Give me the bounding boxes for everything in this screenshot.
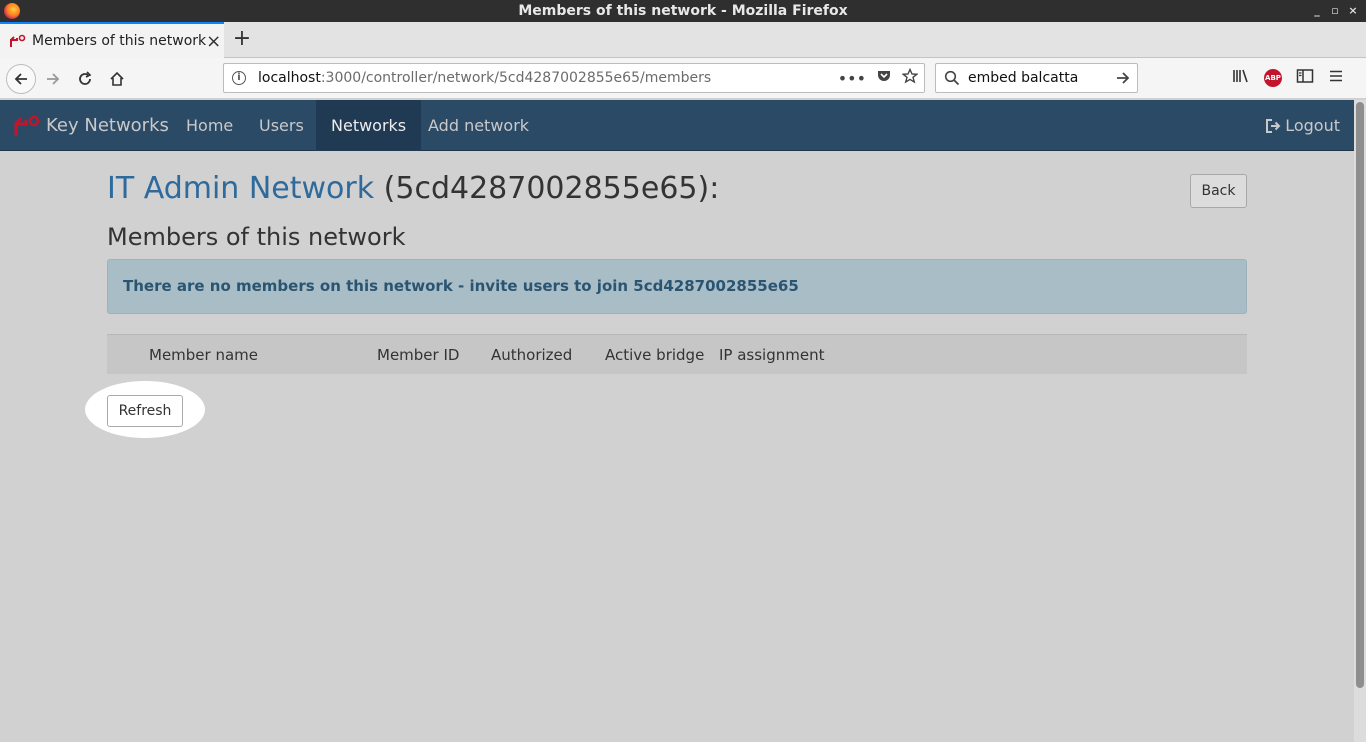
nav-users[interactable]: Users [244,100,319,151]
tab-strip: Members of this network × + [0,22,1366,58]
url-text[interactable]: localhost:3000/controller/network/5cd428… [258,70,838,86]
pocket-icon[interactable] [876,68,892,88]
sidebar-icon[interactable] [1296,68,1314,88]
adblock-plus-icon[interactable]: ABP [1264,69,1282,87]
brand-name: Key Networks [46,115,169,136]
home-icon[interactable] [102,64,132,94]
site-info-icon[interactable]: i [232,71,246,85]
column-member-id[interactable]: Member ID [377,335,459,375]
brand-link[interactable]: Key Networks [14,100,169,151]
library-icon[interactable] [1232,68,1250,88]
back-arrow-icon[interactable] [6,64,36,94]
logout-link[interactable]: Logout [1265,100,1340,151]
nav-home[interactable]: Home [171,100,248,151]
key-networks-favicon-icon [10,33,26,49]
network-id: (5cd4287002855e65): [374,171,720,206]
network-name-link[interactable]: IT Admin Network [107,171,374,206]
search-icon [944,70,962,86]
page-viewport: Key Networks Home Users Networks Add net… [0,100,1354,742]
minimize-button[interactable]: _ [1310,0,1324,22]
no-members-alert: There are no members on this network - i… [107,259,1247,314]
section-title: Members of this network [107,223,406,251]
app-navbar: Key Networks Home Users Networks Add net… [0,100,1354,151]
key-networks-logo-icon [14,115,40,136]
column-ip-assignment[interactable]: IP assignment [719,335,824,375]
search-go-arrow-icon[interactable] [1115,70,1131,86]
close-window-button[interactable]: × [1346,0,1360,22]
tab-members[interactable]: Members of this network × [0,22,224,58]
tab-title: Members of this network [32,33,207,49]
back-button[interactable]: Back [1190,174,1247,208]
nav-networks[interactable]: Networks [316,100,422,151]
nav-toolbar: i localhost:3000/controller/network/5cd4… [0,58,1366,99]
column-authorized[interactable]: Authorized [491,335,572,375]
bookmark-star-icon[interactable] [901,67,919,88]
members-table-header: Member name Member ID Authorized Active … [107,334,1247,374]
url-bar[interactable]: i localhost:3000/controller/network/5cd4… [223,63,925,93]
tab-close-icon[interactable]: × [206,31,221,52]
column-member-name[interactable]: Member name [149,335,258,375]
window-title: Members of this network - Mozilla Firefo… [518,3,848,19]
new-tab-button[interactable]: + [230,26,254,54]
hamburger-menu-icon[interactable] [1328,68,1344,88]
reload-icon[interactable] [70,64,100,94]
scrollbar-thumb[interactable] [1356,102,1364,688]
window-titlebar: Members of this network - Mozilla Firefo… [0,0,1366,22]
column-active-bridge[interactable]: Active bridge [605,335,704,375]
logout-icon [1265,118,1281,134]
page-actions-icon[interactable]: ••• [838,69,866,88]
page-title: IT Admin Network (5cd4287002855e65): [107,171,719,206]
search-input[interactable]: embed balcatta [968,70,1115,86]
nav-add-network[interactable]: Add network [413,100,544,151]
firefox-logo-icon [4,3,20,19]
maximize-button[interactable]: ▫ [1328,0,1342,22]
refresh-button[interactable]: Refresh [107,395,183,427]
logout-label: Logout [1285,116,1340,135]
page-scrollbar[interactable] [1354,100,1366,742]
forward-arrow-icon[interactable] [38,64,68,94]
search-bar[interactable]: embed balcatta [935,63,1138,93]
